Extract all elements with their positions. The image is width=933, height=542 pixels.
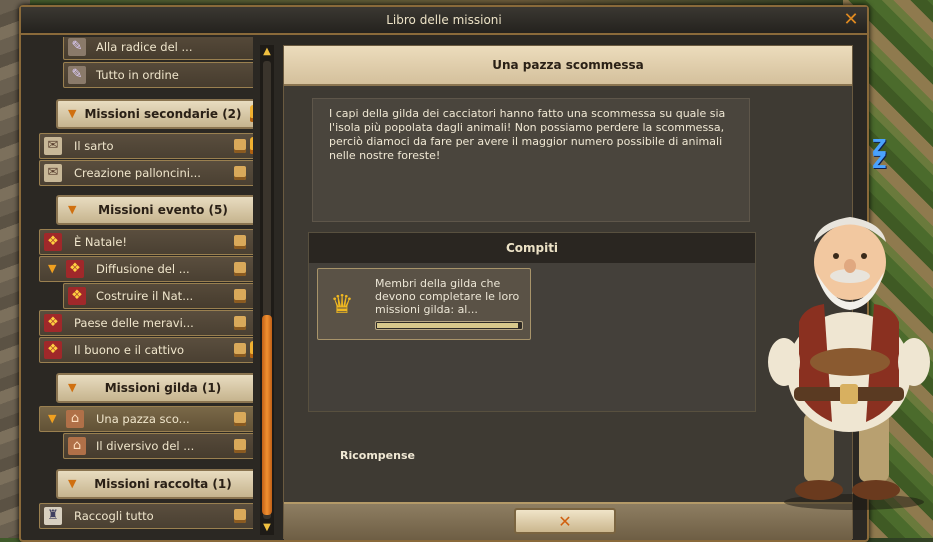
quest-item-label: Creazione palloncini... (74, 166, 201, 180)
quest-list-item[interactable]: ⌂ Il diversivo del ... (63, 433, 253, 459)
category-label: Missioni gilda (1) (104, 381, 222, 395)
task-card[interactable]: ♛ Membri della gilda che devono completa… (317, 268, 531, 340)
task-progress-bar (375, 321, 523, 330)
quest-list-item[interactable]: ❖ Il buono e il cattivo (39, 337, 253, 363)
expand-triangle-icon[interactable]: ▼ (68, 197, 76, 223)
gift-icon: ❖ (68, 287, 86, 305)
house-icon: ⌂ (68, 437, 86, 455)
scroll-icon: ✎ (68, 66, 86, 84)
task-text: Membri della gilda che devono completare… (375, 277, 520, 316)
rewards-label: Ricompense (340, 449, 415, 462)
gift-icon: ❖ (66, 260, 84, 278)
quest-list-item[interactable]: ❖ Paese delle meravi... (39, 310, 253, 336)
quest-list-item[interactable]: ▼ ⌂ Una pazza sco... (39, 406, 253, 432)
quest-book-icon (234, 289, 246, 303)
scroll-thumb[interactable] (262, 315, 272, 515)
quest-description: I capi della gilda dei cacciatori hanno … (329, 107, 726, 162)
scroll-icon: ✎ (68, 38, 86, 56)
quest-list: ✎ Alla radice del ... ✎ Tutto in ordine ▼ Mis… (37, 37, 253, 537)
quest-description-box: I capi della gilda dei cacciatori hanno … (312, 98, 750, 222)
quest-book-icon (234, 509, 246, 523)
category-label: Missioni evento (5) (98, 203, 228, 217)
quest-list-item[interactable]: ✉ Il sarto (39, 133, 253, 159)
quest-item-label: Paese delle meravi... (74, 316, 194, 330)
quest-category-header[interactable]: ▼ Missioni evento (5) (56, 195, 253, 225)
quest-category-header[interactable]: ▼ Missioni gilda (1) (56, 373, 253, 403)
sleep-zz-icon[interactable]: ZZ (872, 137, 887, 171)
gift-icon: ❖ (44, 341, 62, 359)
category-label: Missioni raccolta (1) (94, 477, 232, 491)
quest-category-header[interactable]: ▼ Missioni raccolta (1) (56, 469, 253, 499)
quest-book-icon (234, 439, 246, 453)
window-title: Libro delle missioni (386, 13, 502, 27)
tasks-header: Compiti (309, 233, 755, 263)
scroll-up-arrow-icon[interactable]: ▲ (260, 45, 274, 59)
scroll-down-arrow-icon[interactable]: ▼ (260, 521, 274, 535)
quest-list-item[interactable]: ✉ Creazione palloncini... (39, 160, 253, 186)
house-icon: ⌂ (66, 410, 84, 428)
quest-book-icon (234, 316, 246, 330)
quest-book-icon (234, 343, 246, 357)
gift-icon: ❖ (44, 233, 62, 251)
quest-list-item[interactable]: ♜ Raccogli tutto (39, 503, 253, 529)
task-progress-fill (377, 323, 519, 328)
dwarf-character-illustration (768, 217, 930, 510)
tasks-section: Compiti ♛ Membri della gilda che devono … (308, 232, 756, 412)
quest-item-label: Tutto in ordine (96, 68, 179, 82)
new-quest-flag-icon (250, 341, 253, 358)
crown-icon: ♛ (330, 290, 354, 320)
expand-triangle-icon[interactable]: ▼ (68, 471, 76, 497)
quest-title: Una pazza scommessa (284, 46, 852, 86)
expand-triangle-icon[interactable]: ▼ (48, 257, 56, 281)
new-quest-flag-icon (250, 105, 253, 122)
quest-list-item[interactable]: ✎ Alla radice del ... (63, 37, 253, 60)
quest-list-item[interactable]: ✎ Tutto in ordine (63, 62, 253, 88)
quest-item-label: Il buono e il cattivo (74, 343, 185, 357)
quest-book-icon (234, 412, 246, 426)
gift-icon: ❖ (44, 314, 62, 332)
quest-book-icon (234, 166, 246, 180)
window-close-icon[interactable]: ✕ (841, 10, 861, 30)
quest-book-icon (234, 139, 246, 153)
expand-triangle-icon[interactable]: ▼ (68, 375, 76, 401)
quest-book-window: Libro delle missioni ✕ ✎ Alla radice del … (19, 5, 869, 542)
quest-item-label: Diffusione del ... (96, 262, 190, 276)
quest-item-label: Costruire il Nat... (96, 289, 194, 303)
quest-list-item[interactable]: ▼ ❖ Diffusione del ... (39, 256, 253, 282)
expand-triangle-icon[interactable]: ▼ (48, 407, 56, 431)
map-icon: ✉ (44, 164, 62, 182)
category-label: Missioni secondarie (2) (84, 107, 242, 121)
quest-item-label: È Natale! (74, 235, 128, 249)
expand-triangle-icon[interactable]: ▼ (68, 101, 76, 127)
map-icon: ✉ (44, 137, 62, 155)
quest-item-label: Una pazza sco... (96, 412, 190, 426)
quest-list-item[interactable]: ❖ Costruire il Nat... (63, 283, 253, 309)
quest-item-label: Il diversivo del ... (96, 439, 195, 453)
quest-list-scrollbar[interactable]: ▲ ▼ (260, 45, 274, 535)
sack-icon: ♜ (44, 507, 62, 525)
quest-category-header[interactable]: ▼ Missioni secondarie (2) (56, 99, 253, 129)
quest-book-icon (234, 262, 246, 276)
quest-item-label: Il sarto (74, 139, 114, 153)
quest-item-label: Raccogli tutto (74, 509, 154, 523)
quest-list-item[interactable]: ❖ È Natale! (39, 229, 253, 255)
close-button[interactable]: ✕ (514, 508, 616, 534)
new-quest-flag-icon (250, 137, 253, 154)
quest-item-label: Alla radice del ... (96, 40, 193, 54)
window-titlebar: Libro delle missioni ✕ (21, 7, 867, 35)
quest-book-icon (234, 235, 246, 249)
